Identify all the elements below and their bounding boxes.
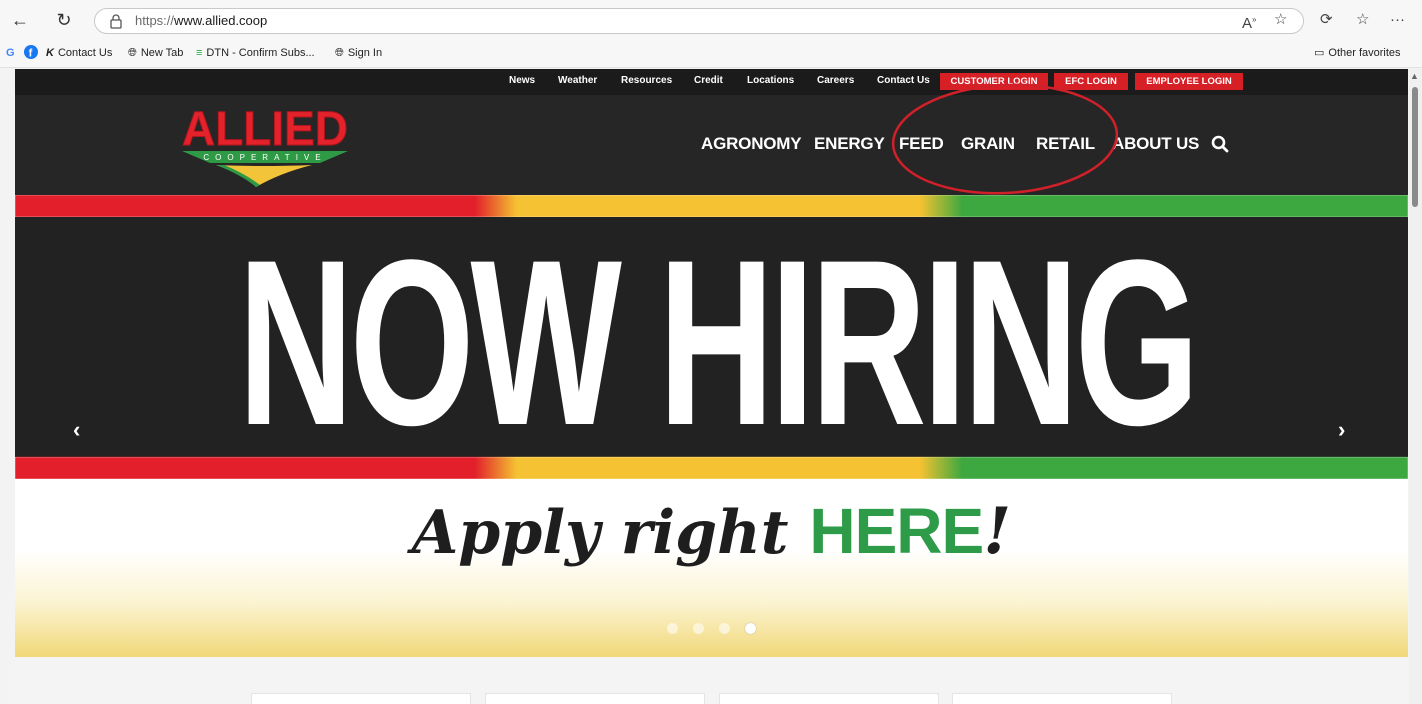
carousel-next-icon[interactable]: › bbox=[1338, 417, 1345, 443]
feature-card[interactable] bbox=[952, 693, 1172, 704]
browser-toolbar: ← ↻ https://www.allied.coop A» ☆ ⟳ ☆ ··· bbox=[0, 0, 1422, 40]
bookmark-sign-in[interactable]: 🌐︎ Sign In bbox=[335, 45, 382, 61]
logo-subtitle: COOPERATIVE bbox=[203, 153, 326, 162]
bookmark-new-tab[interactable]: 🌐︎ New Tab bbox=[128, 45, 183, 61]
feature-cards-row bbox=[15, 657, 1408, 704]
apply-tagline[interactable]: Apply right HERE! bbox=[15, 494, 1408, 569]
carousel-dot-active[interactable] bbox=[745, 623, 756, 634]
bookmark-dtn[interactable]: ≡ DTN - Confirm Subs... bbox=[196, 45, 315, 61]
more-menu-icon[interactable]: ··· bbox=[1390, 10, 1405, 30]
carousel-dot[interactable] bbox=[719, 623, 730, 634]
google-icon[interactable]: G bbox=[6, 45, 15, 61]
nav-news[interactable]: News bbox=[509, 75, 535, 86]
carousel-dot[interactable] bbox=[667, 623, 678, 634]
refresh-icon[interactable]: ↻ bbox=[52, 8, 76, 32]
main-header: ALLIED COOPERATIVE AGRONOMY ENERGY FEED … bbox=[15, 95, 1408, 195]
nav-weather[interactable]: Weather bbox=[558, 75, 597, 86]
feature-card[interactable] bbox=[485, 693, 705, 704]
nav-careers[interactable]: Careers bbox=[817, 75, 854, 86]
nav-resources[interactable]: Resources bbox=[621, 75, 672, 86]
utility-nav-bar: News Weather Resources Credit Locations … bbox=[15, 69, 1408, 95]
page-scrollbar[interactable]: ▲ bbox=[1409, 69, 1422, 704]
nav-locations[interactable]: Locations bbox=[747, 75, 794, 86]
nav-feed[interactable]: FEED bbox=[899, 134, 944, 154]
globe-icon: 🌐︎ bbox=[335, 47, 344, 60]
search-icon[interactable] bbox=[1211, 135, 1229, 153]
dtn-icon: ≡ bbox=[196, 47, 203, 60]
apply-bang-text: ! bbox=[983, 494, 1012, 569]
folder-icon: ▭ bbox=[1314, 47, 1325, 60]
carousel-dot[interactable] bbox=[693, 623, 704, 634]
back-arrow-icon[interactable]: ← bbox=[8, 8, 32, 32]
color-stripe-bottom bbox=[15, 457, 1408, 479]
favorites-list-icon[interactable]: ☆ bbox=[1356, 10, 1369, 30]
other-favorites[interactable]: ▭ Other favorites bbox=[1314, 45, 1401, 61]
address-bar[interactable]: https://www.allied.coop bbox=[94, 8, 1304, 34]
bookmark-contact-us[interactable]: K Contact Us bbox=[46, 45, 112, 61]
customer-login-button[interactable]: CUSTOMER LOGIN bbox=[940, 73, 1048, 90]
scrollbar-thumb[interactable] bbox=[1412, 87, 1418, 207]
favorite-star-icon[interactable]: ☆ bbox=[1274, 10, 1287, 30]
hero-carousel: NOW HIRING Apply right HERE! ‹ › bbox=[15, 195, 1408, 657]
employee-login-button[interactable]: EMPLOYEE LOGIN bbox=[1135, 73, 1243, 90]
apply-here-text: HERE bbox=[809, 495, 984, 567]
hero-dark-band: NOW HIRING bbox=[15, 217, 1408, 461]
extensions-icon[interactable]: ⟳ bbox=[1320, 10, 1333, 30]
lock-icon bbox=[110, 14, 122, 29]
nav-retail[interactable]: RETAIL bbox=[1036, 134, 1095, 154]
feature-card[interactable] bbox=[251, 693, 471, 704]
carousel-prev-icon[interactable]: ‹ bbox=[73, 417, 80, 443]
facebook-icon[interactable]: f bbox=[24, 45, 38, 64]
allied-cooperative-logo[interactable]: ALLIED COOPERATIVE bbox=[180, 103, 350, 191]
hero-apply-band[interactable]: Apply right HERE! bbox=[15, 479, 1408, 657]
nav-credit[interactable]: Credit bbox=[694, 75, 723, 86]
logo-wordmark: ALLIED bbox=[182, 103, 348, 156]
nav-grain[interactable]: GRAIN bbox=[961, 134, 1015, 154]
efc-login-button[interactable]: EFC LOGIN bbox=[1054, 73, 1128, 90]
nav-energy[interactable]: ENERGY bbox=[814, 134, 885, 154]
bookmarks-bar: G f K Contact Us 🌐︎ New Tab ≡ DTN - Confirm… bbox=[0, 40, 1422, 68]
url-text: https://www.allied.coop bbox=[135, 13, 268, 28]
web-page: News Weather Resources Credit Locations … bbox=[15, 69, 1408, 704]
nav-contact-us[interactable]: Contact Us bbox=[877, 75, 930, 86]
apply-script-text: Apply right bbox=[411, 498, 810, 568]
hero-headline: NOW HIRING bbox=[237, 211, 1200, 475]
nav-agronomy[interactable]: AGRONOMY bbox=[701, 134, 802, 154]
svg-text:f: f bbox=[29, 48, 33, 60]
globe-icon: 🌐︎ bbox=[128, 47, 137, 60]
k-logo-icon: K bbox=[46, 47, 54, 60]
scroll-up-icon[interactable]: ▲ bbox=[1410, 71, 1419, 81]
read-aloud-icon[interactable]: A» bbox=[1242, 10, 1256, 34]
nav-about-us[interactable]: ABOUT US bbox=[1112, 134, 1199, 154]
feature-card[interactable] bbox=[719, 693, 939, 704]
